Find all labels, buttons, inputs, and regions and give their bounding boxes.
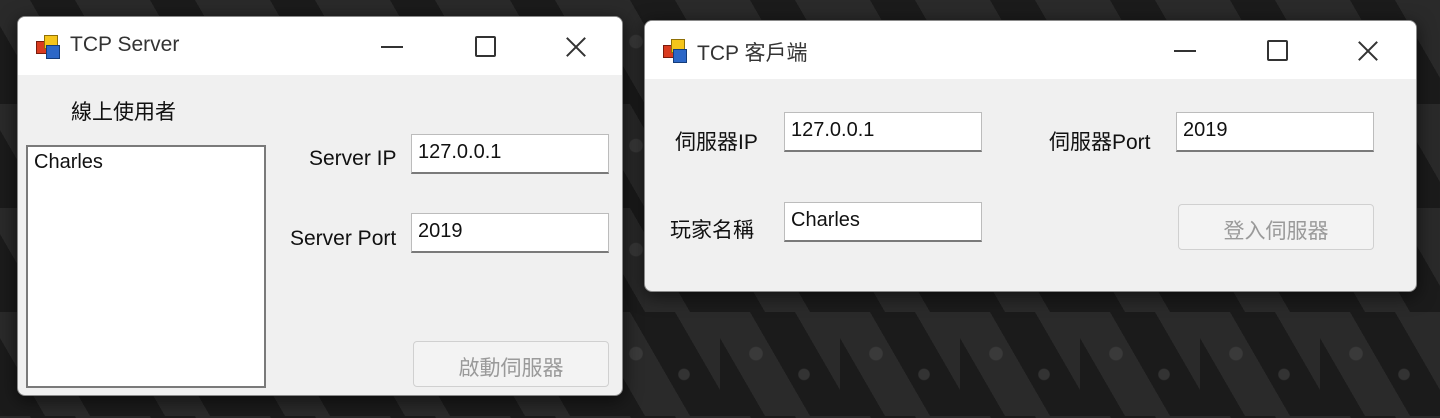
close-icon[interactable] [553, 27, 599, 67]
server-ip-field[interactable]: 127.0.0.1 [411, 134, 609, 174]
login-server-button[interactable]: 登入伺服器 [1178, 204, 1374, 250]
app-icon [36, 35, 60, 59]
server-ip-label: Server IP [309, 147, 397, 170]
server-titlebar[interactable]: TCP Server [18, 17, 622, 75]
client-ip-field[interactable]: 127.0.0.1 [784, 112, 982, 152]
list-item[interactable]: Charles [28, 147, 264, 178]
maximize-icon[interactable] [1253, 31, 1299, 71]
client-window: TCP 客戶端 伺服器IP 127.0.0.1 伺服器Port 2019 玩家名… [644, 20, 1417, 292]
start-server-button[interactable]: 啟動伺服器 [413, 341, 609, 387]
online-users-list[interactable]: Charles [26, 145, 266, 388]
client-titlebar[interactable]: TCP 客戶端 [645, 21, 1416, 79]
player-name-label: 玩家名稱 [670, 219, 754, 242]
maximize-icon[interactable] [461, 27, 507, 67]
server-window-title: TCP Server [70, 33, 180, 56]
app-icon [663, 39, 687, 63]
client-port-field[interactable]: 2019 [1176, 112, 1374, 152]
player-name-field[interactable]: Charles [784, 202, 982, 242]
server-window: TCP Server 線上使用者 Charles Server IP 127.0… [17, 16, 623, 396]
minimize-icon[interactable] [369, 27, 415, 67]
server-port-field[interactable]: 2019 [411, 213, 609, 253]
client-port-label: 伺服器Port [1049, 131, 1151, 154]
server-port-label: Server Port [290, 227, 397, 250]
minimize-icon[interactable] [1162, 31, 1208, 71]
online-users-label: 線上使用者 [71, 101, 176, 124]
client-ip-label: 伺服器IP [675, 131, 758, 154]
close-icon[interactable] [1345, 31, 1391, 71]
client-window-title: TCP 客戶端 [697, 42, 808, 65]
